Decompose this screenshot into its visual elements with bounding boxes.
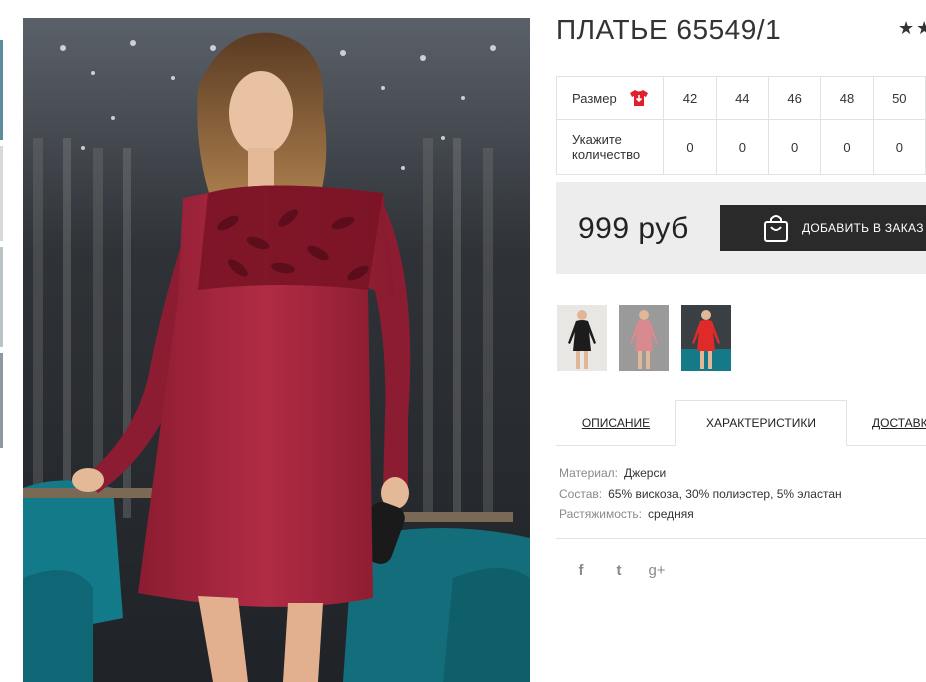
quantity-label: Укажите количество [555, 119, 665, 175]
rating-stars[interactable]: ★★ [898, 18, 926, 39]
color-variants [557, 305, 731, 371]
thumbnail[interactable] [0, 40, 3, 140]
spec-row: Материал: Джерси [559, 463, 842, 484]
quantity-row: Укажите количество 0 0 0 0 0 [555, 119, 926, 175]
size-value: 42 [663, 76, 717, 120]
product-main-photo[interactable] [23, 18, 530, 682]
size-quantity-table: Размер 42 44 46 48 50 Укажите количество… [555, 76, 926, 175]
size-row: Размер 42 44 46 48 50 [555, 76, 926, 120]
quantity-input[interactable]: 0 [663, 119, 717, 175]
google-plus-icon[interactable]: g+ [648, 562, 666, 579]
spec-value: 65% вискоза, 30% полиэстер, 5% эластан [608, 486, 842, 501]
size-label: Размер [572, 90, 617, 106]
spec-key: Материал: [559, 466, 618, 480]
size-value: 48 [820, 76, 874, 120]
spec-key: Растяжимость: [559, 507, 643, 521]
thumbnail[interactable] [0, 353, 3, 448]
facebook-icon[interactable]: f [572, 562, 590, 579]
thumbnail[interactable] [0, 247, 3, 347]
quantity-input[interactable]: 0 [715, 119, 769, 175]
thumbnail-strip [0, 40, 3, 460]
add-to-order-label: ДОБАВИТЬ В ЗАКАЗ [802, 221, 924, 235]
size-label-cell: Размер [555, 76, 665, 120]
tab-description[interactable]: ОПИСАНИЕ [556, 400, 676, 446]
quantity-input[interactable]: 0 [820, 119, 874, 175]
variant-black-dress[interactable] [557, 305, 607, 371]
divider [556, 538, 926, 539]
social-share: f t g+ [572, 562, 666, 579]
twitter-icon[interactable]: t [610, 562, 628, 579]
characteristics-list: Материал: Джерси Состав: 65% вискоза, 30% … [559, 463, 842, 525]
quantity-input[interactable]: 0 [872, 119, 926, 175]
spec-key: Состав: [559, 486, 603, 501]
price: 999 руб [578, 212, 689, 245]
size-value: 50 [872, 76, 926, 120]
spec-value: средняя [648, 507, 694, 521]
tab-characteristics[interactable]: ХАРАКТЕРИСТИКИ [675, 400, 847, 446]
thumbnail[interactable] [0, 146, 3, 241]
shopping-bag-icon [762, 213, 790, 243]
tab-delivery[interactable]: ДОСТАВКА [856, 400, 926, 446]
product-title: ПЛАТЬЕ 65549/1 [556, 14, 782, 45]
spec-row: Состав: 65% вискоза, 30% полиэстер, 5% эл… [559, 484, 842, 505]
spec-value: Джерси [623, 466, 667, 480]
price-box: 999 руб ДОБАВИТЬ В ЗАКАЗ [556, 182, 926, 274]
spec-row: Растяжимость: средняя [559, 504, 842, 525]
size-chart-icon[interactable] [629, 89, 649, 107]
add-to-order-button[interactable]: ДОБАВИТЬ В ЗАКАЗ [720, 205, 926, 251]
variant-pink-dress[interactable] [619, 305, 669, 371]
size-value: 46 [767, 76, 822, 120]
quantity-input[interactable]: 0 [767, 119, 822, 175]
info-tabs: ОПИСАНИЕ ХАРАКТЕРИСТИКИ ДОСТАВКА [556, 400, 926, 446]
size-value: 44 [715, 76, 769, 120]
variant-red-dress[interactable] [681, 305, 731, 371]
